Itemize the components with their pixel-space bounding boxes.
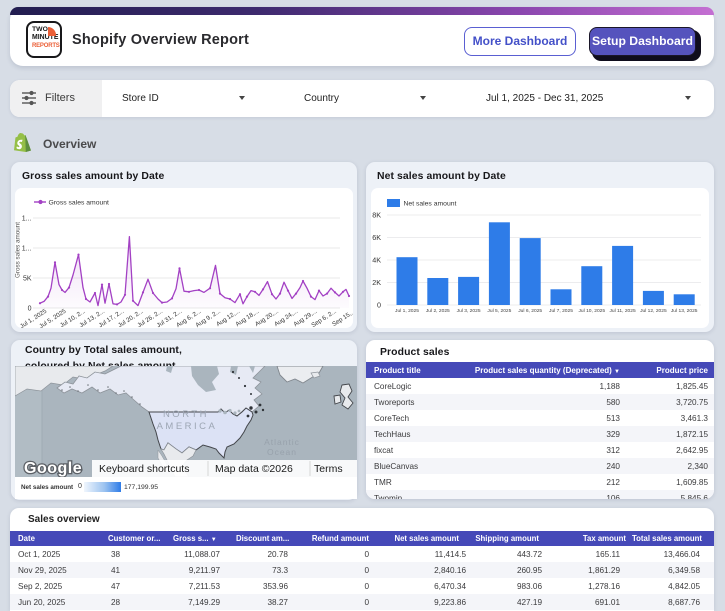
svg-text:1...: 1...: [22, 216, 32, 223]
svg-text:NORTH: NORTH: [163, 409, 209, 420]
svg-text:Jul 12, 2025: Jul 12, 2025: [640, 308, 667, 314]
svg-text:Gross sales amount: Gross sales amount: [15, 222, 22, 278]
svg-text:Jul 10, 2025: Jul 10, 2025: [578, 308, 605, 314]
svg-text:Google: Google: [24, 460, 82, 477]
svg-text:Net sales amount: Net sales amount: [404, 201, 457, 208]
svg-text:Ocean: Ocean: [267, 447, 297, 457]
svg-text:4K: 4K: [372, 256, 381, 265]
svg-text:6K: 6K: [372, 233, 381, 242]
svg-text:Jul 7, 2025: Jul 7, 2025: [549, 308, 573, 314]
svg-text:Jul 13, 2025: Jul 13, 2025: [671, 308, 698, 314]
svg-text:Gross sales amount: Gross sales amount: [49, 200, 110, 207]
svg-text:Jul 6, 2025: Jul 6, 2025: [518, 308, 542, 314]
svg-text:5K: 5K: [23, 276, 32, 283]
svg-text:2K: 2K: [372, 278, 381, 287]
svg-text:Jul 11, 2025: Jul 11, 2025: [609, 308, 636, 314]
svg-text:AMERICA: AMERICA: [157, 421, 218, 432]
svg-text:0: 0: [377, 301, 381, 310]
svg-text:Atlantic: Atlantic: [264, 437, 300, 447]
svg-text:Jul 1, 2025: Jul 1, 2025: [395, 308, 419, 314]
svg-text:Jul 3, 2025: Jul 3, 2025: [457, 308, 481, 314]
svg-text:Terms: Terms: [314, 463, 343, 475]
svg-text:Jul 5, 2025: Jul 5, 2025: [487, 308, 511, 314]
svg-text:0: 0: [28, 306, 32, 313]
svg-text:1...: 1...: [22, 246, 32, 253]
svg-text:Keyboard shortcuts: Keyboard shortcuts: [99, 463, 189, 475]
svg-text:8K: 8K: [372, 211, 381, 220]
svg-text:Map data ©2026: Map data ©2026: [215, 463, 293, 475]
svg-text:Jul 2, 2025: Jul 2, 2025: [426, 308, 450, 314]
